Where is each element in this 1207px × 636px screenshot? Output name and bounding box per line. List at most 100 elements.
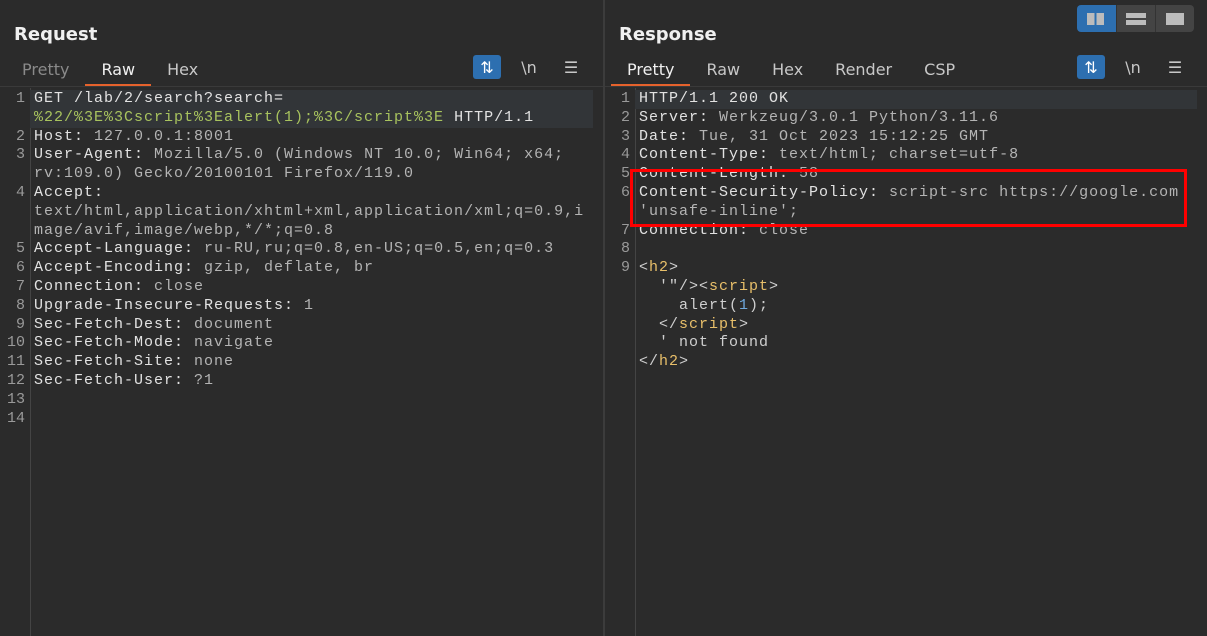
line-row bbox=[639, 240, 1197, 259]
code-line[interactable]: 4 Content-Type: text/html; charset=utf-8 bbox=[605, 146, 1197, 165]
line-content: Content-Type: text/html; charset=utf-8 bbox=[635, 146, 1197, 165]
line-row bbox=[34, 410, 593, 429]
request-panel: Request Pretty Raw Hex ⇅ \n ☰ 1 GET /lab/… bbox=[0, 0, 603, 636]
layout-single-button[interactable] bbox=[1155, 5, 1194, 32]
layout-side-by-side-button[interactable] bbox=[1077, 5, 1116, 32]
tab-pretty[interactable]: Pretty bbox=[6, 58, 85, 84]
tab-csp[interactable]: CSP bbox=[908, 58, 971, 84]
newline-toggle[interactable]: \n bbox=[515, 55, 543, 79]
line-content: Sec-Fetch-Site: none bbox=[30, 353, 593, 372]
token: Sec-Fetch-Mode: bbox=[34, 334, 185, 352]
line-content: Sec-Fetch-User: ?1 bbox=[30, 372, 593, 391]
line-content bbox=[635, 240, 1197, 259]
line-row: </script> bbox=[639, 316, 1197, 335]
tab-raw[interactable]: Raw bbox=[85, 58, 151, 86]
line-row: HTTP/1.1 200 OK bbox=[639, 90, 1197, 109]
line-content: HTTP/1.1 200 OK bbox=[635, 90, 1197, 109]
line-row: Upgrade-Insecure-Requests: 1 bbox=[34, 297, 593, 316]
code-line[interactable]: 9 <h2> '"/><script> alert(1); </script> '… bbox=[605, 259, 1197, 372]
code-line[interactable]: 8 Upgrade-Insecure-Requests: 1 bbox=[0, 297, 593, 316]
code-line[interactable]: 8 bbox=[605, 240, 1197, 259]
token: Upgrade-Insecure-Requests: bbox=[34, 296, 295, 314]
code-line[interactable]: 9 Sec-Fetch-Dest: document bbox=[0, 316, 593, 335]
response-lines[interactable]: 1 HTTP/1.1 200 OK 2 Server: Werkzeug/3.0.1 … bbox=[605, 90, 1197, 372]
request-toolbar: ⇅ \n ☰ bbox=[473, 55, 585, 79]
token: </ bbox=[639, 315, 680, 333]
line-row: rv:109.0) Gecko/20100101 Firefox/119.0 bbox=[34, 165, 593, 184]
line-number: 4 bbox=[620, 146, 630, 164]
code-line[interactable]: 2 Host: 127.0.0.1:8001 bbox=[0, 128, 593, 147]
code-line[interactable]: 3 Date: Tue, 31 Oct 2023 15:12:25 GMT bbox=[605, 128, 1197, 147]
request-lines[interactable]: 1 GET /lab/2/search?search= %22/%3E%3Cscri… bbox=[0, 90, 593, 428]
line-content: Upgrade-Insecure-Requests: 1 bbox=[30, 297, 593, 316]
code-line[interactable]: 12 Sec-Fetch-User: ?1 bbox=[0, 372, 593, 391]
newline-toggle[interactable]: \n bbox=[1119, 55, 1147, 79]
token: 127.0.0.1:8001 bbox=[84, 127, 235, 145]
line-number: 6 bbox=[15, 259, 25, 277]
token: '"/>< bbox=[639, 277, 710, 295]
request-title: Request bbox=[14, 24, 98, 45]
tab-pretty[interactable]: Pretty bbox=[611, 58, 691, 86]
tab-raw[interactable]: Raw bbox=[690, 58, 756, 84]
tab-divider bbox=[0, 86, 603, 87]
token: > bbox=[679, 353, 690, 371]
token: script bbox=[679, 315, 740, 333]
token: </ bbox=[639, 353, 660, 371]
token: ' not found bbox=[639, 334, 770, 352]
menu-icon[interactable]: ☰ bbox=[557, 55, 585, 79]
line-number: 1 bbox=[15, 90, 25, 107]
tab-render[interactable]: Render bbox=[819, 58, 908, 84]
code-line[interactable]: 14 bbox=[0, 410, 593, 429]
token: script bbox=[709, 277, 770, 295]
request-editor[interactable]: 1 GET /lab/2/search?search= %22/%3E%3Cscri… bbox=[0, 88, 603, 636]
token: Accept-Language: bbox=[34, 240, 195, 258]
tab-hex[interactable]: Hex bbox=[756, 58, 819, 84]
code-line[interactable]: 6 Accept-Encoding: gzip, deflate, br bbox=[0, 259, 593, 278]
line-content: Date: Tue, 31 Oct 2023 15:12:25 GMT bbox=[635, 128, 1197, 147]
line-content bbox=[30, 410, 593, 429]
token: h2 bbox=[659, 353, 680, 371]
code-line[interactable]: 1 HTTP/1.1 200 OK bbox=[605, 90, 1197, 109]
token: gzip, deflate, br bbox=[194, 259, 375, 277]
code-line[interactable]: 7 Connection: close bbox=[0, 278, 593, 297]
line-row: Sec-Fetch-Dest: document bbox=[34, 316, 593, 335]
token: < bbox=[639, 259, 650, 277]
response-panel: Response Pretty Raw Hex Render CSP ⇅ \n … bbox=[605, 0, 1207, 636]
code-line[interactable]: 3 User-Agent: Mozilla/5.0 (Windows NT 10.… bbox=[0, 146, 593, 184]
wrap-icon[interactable]: ⇅ bbox=[473, 55, 501, 79]
line-number: 14 bbox=[6, 409, 25, 427]
token: Content-Type: bbox=[639, 146, 770, 164]
menu-icon[interactable]: ☰ bbox=[1161, 55, 1189, 79]
code-line[interactable]: 2 Server: Werkzeug/3.0.1 Python/3.11.6 bbox=[605, 109, 1197, 128]
token: HTTP/1.1 200 OK bbox=[639, 90, 790, 107]
line-number: 2 bbox=[15, 127, 25, 145]
line-number: 4 bbox=[15, 183, 25, 201]
token: mage/avif,image/webp,*/*;q=0.8 bbox=[34, 221, 335, 239]
tab-hex[interactable]: Hex bbox=[151, 58, 214, 84]
code-line[interactable]: 11 Sec-Fetch-Site: none bbox=[0, 353, 593, 372]
line-content: Accept-Encoding: gzip, deflate, br bbox=[30, 259, 593, 278]
line-row: mage/avif,image/webp,*/*;q=0.8 bbox=[34, 222, 593, 241]
line-row: ' not found bbox=[639, 334, 1197, 353]
code-line[interactable]: 1 GET /lab/2/search?search= %22/%3E%3Cscri… bbox=[0, 90, 593, 128]
wrap-icon[interactable]: ⇅ bbox=[1077, 55, 1105, 79]
line-row: Sec-Fetch-Mode: navigate bbox=[34, 334, 593, 353]
layout-top-bottom-button[interactable] bbox=[1116, 5, 1155, 32]
line-content: <h2> '"/><script> alert(1); </script> ' … bbox=[635, 259, 1197, 372]
token: ?1 bbox=[184, 371, 215, 389]
code-line[interactable]: 13 bbox=[0, 391, 593, 410]
line-number: 9 bbox=[620, 259, 630, 277]
line-row: text/html,application/xhtml+xml,applicat… bbox=[34, 203, 593, 222]
line-row: Accept: bbox=[34, 184, 593, 203]
line-number: 1 bbox=[620, 90, 630, 107]
token: document bbox=[184, 315, 275, 333]
tab-divider bbox=[605, 86, 1207, 87]
code-line[interactable]: 4 Accept: text/html,application/xhtml+xml,… bbox=[0, 184, 593, 240]
code-line[interactable]: 10 Sec-Fetch-Mode: navigate bbox=[0, 334, 593, 353]
request-tabs: Pretty Raw Hex bbox=[6, 58, 214, 86]
code-line[interactable]: 5 Accept-Language: ru-RU,ru;q=0.8,en-US;q… bbox=[0, 240, 593, 259]
line-row: User-Agent: Mozilla/5.0 (Windows NT 10.0… bbox=[34, 146, 593, 165]
line-number: 8 bbox=[15, 296, 25, 314]
line-content: Connection: close bbox=[30, 278, 593, 297]
line-row: Sec-Fetch-Site: none bbox=[34, 353, 593, 372]
